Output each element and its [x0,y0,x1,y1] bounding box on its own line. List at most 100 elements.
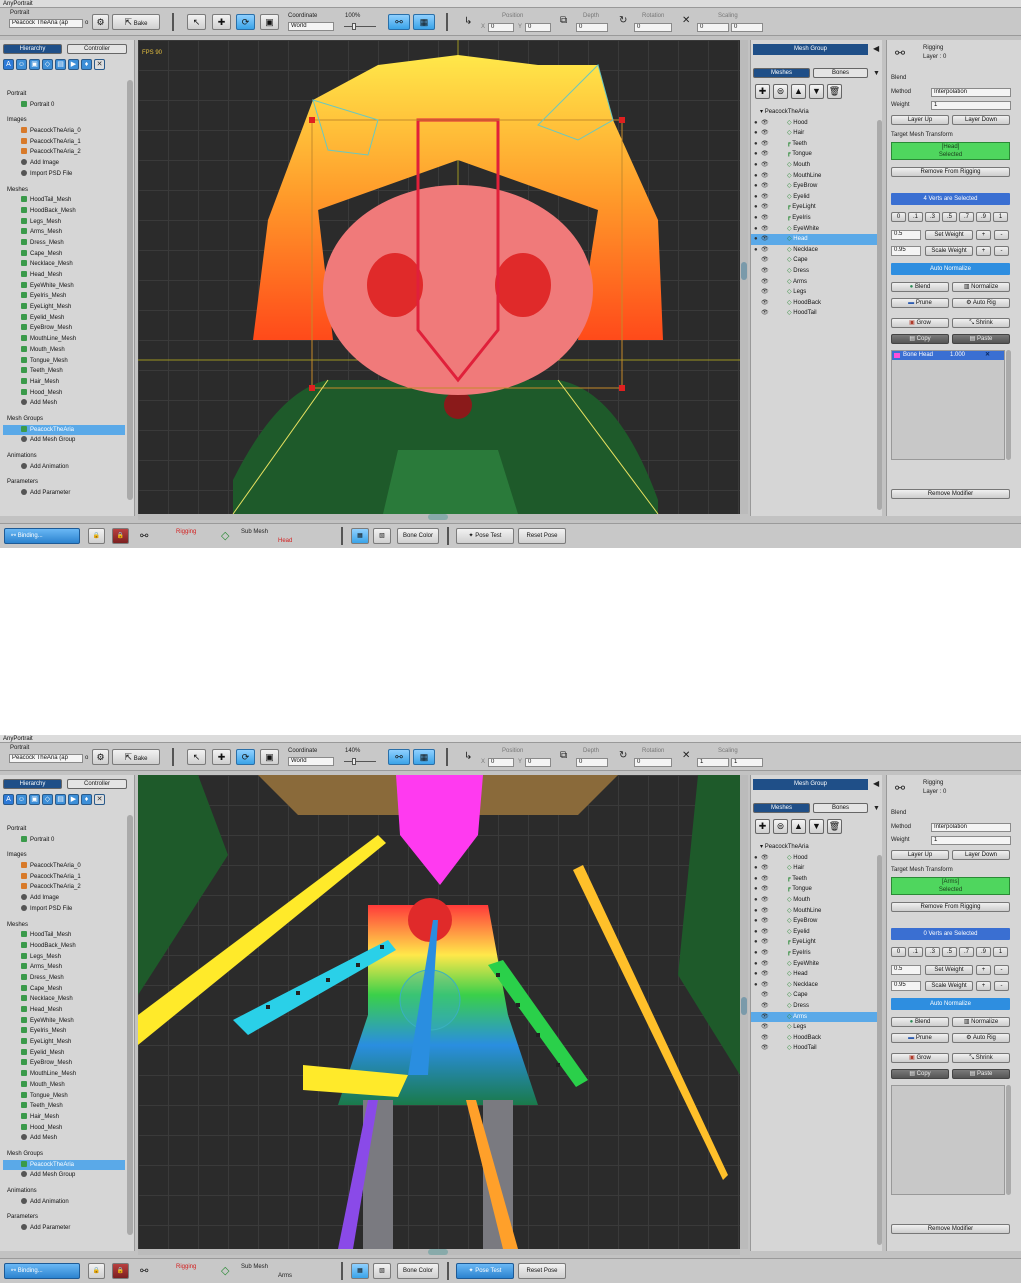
position-y-input[interactable]: 0 [525,23,551,32]
bake-button[interactable]: ⇱ Bake [112,749,160,765]
meshgroup-item[interactable]: ● 👁 ◇ EyeWhite [751,959,879,970]
meshgroup-item[interactable]: 👁 ◇ HoodTail [751,308,879,319]
collapse-arrow-icon[interactable]: ◀ [873,779,879,788]
tree-item[interactable]: HoodTail_Mesh [3,195,125,206]
grow-button[interactable]: ▣ Grow [891,1053,949,1063]
add-item[interactable]: Add Parameter [3,488,125,499]
trash-icon[interactable]: 🗑 [827,84,842,99]
meshgroup-item[interactable]: 👁 ◇ HoodBack [751,1033,879,1044]
tree-item[interactable]: Dress_Mesh [3,973,125,984]
scaling-y-input[interactable]: 0 [731,23,763,32]
scale-weight-button[interactable]: Scale Weight [925,246,973,256]
filter-meshgroup-icon[interactable]: ▤ [55,59,66,70]
visibility-toggle-icon[interactable]: ● [754,853,758,864]
tree-section-header[interactable]: Animations [3,451,125,462]
tree-item[interactable]: Tongue_Mesh [3,1091,125,1102]
tree-item[interactable]: HoodBack_Mesh [3,206,125,217]
tree-item[interactable]: Mouth_Mesh [3,1080,125,1091]
visibility-toggle-icon[interactable]: ● [754,916,758,927]
reset-pose-button[interactable]: Reset Pose [518,1263,566,1279]
meshgroup-item[interactable]: ● 👁 ┏ Tongue [751,149,879,160]
set-weight-button[interactable]: Set Weight [925,230,973,240]
portrait-select[interactable]: Peacock TheAria (ap [9,19,83,28]
gear-icon[interactable]: ⚙ [92,14,109,30]
select-tool-button[interactable]: ↖ [187,14,206,30]
filter-parameter-icon[interactable]: ♦ [81,59,92,70]
tree-section-header[interactable]: Images [3,115,125,126]
scale-weight-value[interactable]: 0.95 [891,981,921,991]
hierarchy-scrollbar[interactable] [127,815,133,1235]
visibility-toggle-icon[interactable]: ● [754,937,758,948]
tree-item[interactable]: MouthLine_Mesh [3,334,125,345]
tree-item[interactable]: Head_Mesh [3,270,125,281]
tree-item[interactable]: EyeLight_Mesh [3,302,125,313]
filter-portrait-icon[interactable]: ☺ [16,59,27,70]
eye-icon[interactable]: 👁 [761,1001,769,1012]
filter-mesh-icon[interactable]: ◇ [42,794,53,805]
normalize-button[interactable]: ▥ Normalize [952,282,1010,292]
collapse-arrow-icon[interactable]: ◀ [873,44,879,53]
weight-preset-button[interactable]: 0 [891,212,906,222]
set-weight-plus[interactable]: + [976,965,991,975]
weight-preset-button[interactable]: .7 [959,212,974,222]
meshgroup-root[interactable]: ▾ PeacockTheAria [751,842,879,853]
filter-clear-icon[interactable]: ✕ [94,59,105,70]
rotation-input[interactable]: 0 [634,758,672,767]
weight-preset-button[interactable]: .1 [908,947,923,957]
eye-icon[interactable]: 👁 [761,234,769,245]
depth-input[interactable]: 0 [576,23,608,32]
tree-item[interactable]: PeacockTheAria [3,424,125,436]
tree-section-header[interactable]: Meshes [3,920,125,931]
visibility-toggle-icon[interactable]: ● [754,884,758,895]
eye-icon[interactable]: 👁 [761,937,769,948]
eye-icon[interactable]: 👁 [761,853,769,864]
add-item[interactable]: Add Parameter [3,1223,125,1234]
tree-item[interactable]: Head_Mesh [3,1005,125,1016]
tree-item[interactable]: HoodTail_Mesh [3,930,125,941]
weight-input[interactable]: 1 [931,836,1011,845]
viewport-vscrollbar[interactable] [740,775,748,1249]
visibility-toggle-icon[interactable]: ● [754,874,758,885]
tab-controller[interactable]: Controller [67,44,127,54]
rotate-tool-button[interactable]: ⟳ [236,14,255,30]
meshgroup-item[interactable]: 👁 ◇ Cape [751,990,879,1001]
tree-section-header[interactable]: Parameters [3,477,125,488]
weight-preset-button[interactable]: 0 [891,947,906,957]
tree-item[interactable]: PeacockTheAria_0 [3,861,125,872]
meshgroup-item[interactable]: ● 👁 ◇ EyeWhite [751,224,879,235]
meshgroup-item[interactable]: ● 👁 ◇ Mouth [751,160,879,171]
visibility-toggle-icon[interactable]: ● [754,192,758,203]
filter-mesh-icon[interactable]: ◇ [42,59,53,70]
method-select[interactable]: Interpolation [931,823,1011,832]
eye-icon[interactable]: 👁 [761,202,769,213]
meshgroup-item[interactable]: ● 👁 ┏ EyeLight [751,937,879,948]
remove-modifier-button[interactable]: Remove Modifier [891,489,1010,499]
tree-section-header[interactable]: Portrait [3,824,125,835]
copy-button[interactable]: ▤ Copy [891,1069,949,1079]
remove-modifier-button[interactable]: Remove Modifier [891,1224,1010,1234]
visibility-toggle-icon[interactable]: ● [754,906,758,917]
tree-item[interactable]: Mouth_Mesh [3,345,125,356]
visibility-toggle-icon[interactable]: ● [754,118,758,129]
layer-down-button[interactable]: Layer Down [952,850,1010,860]
copy-button[interactable]: ▤ Copy [891,334,949,344]
tree-section-header[interactable]: Mesh Groups [3,1149,125,1160]
visibility-toggle-icon[interactable]: ● [754,139,758,150]
meshgroup-item[interactable]: ● 👁 ┏ EyeLight [751,202,879,213]
dropdown-arrow-icon[interactable]: ▼ [873,70,880,77]
bone-visibility-toggle[interactable]: ⚯ [388,749,410,765]
tree-item[interactable]: Eyelid_Mesh [3,1048,125,1059]
eye-icon[interactable]: 👁 [761,118,769,129]
hierarchy-scrollbar[interactable] [127,80,133,500]
eye-icon[interactable]: 👁 [761,181,769,192]
tree-item[interactable]: Legs_Mesh [3,952,125,963]
eye-icon[interactable]: 👁 [761,160,769,171]
meshgroup-item[interactable]: ● 👁 ◇ Hair [751,863,879,874]
tab-bones[interactable]: Bones [813,68,868,78]
tree-item[interactable]: Necklace_Mesh [3,259,125,270]
tab-hierarchy[interactable]: Hierarchy [3,44,62,54]
tree-item[interactable]: Cape_Mesh [3,249,125,260]
portrait-select[interactable]: Peacock TheAria (ap [9,754,83,763]
tab-controller[interactable]: Controller [67,779,127,789]
viewport-vscroll-thumb[interactable] [741,262,747,280]
